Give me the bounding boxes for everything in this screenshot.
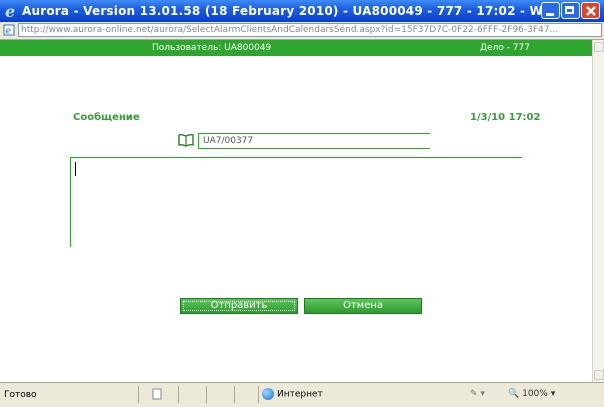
status-cell xyxy=(234,386,260,403)
security-zone[interactable]: Интернет xyxy=(262,388,323,400)
recipient-input[interactable]: UA7/00377 xyxy=(198,133,430,149)
zoom-value: 100% xyxy=(522,389,548,399)
text-caret xyxy=(75,162,76,176)
status-cell xyxy=(206,386,234,403)
svg-text:e: e xyxy=(6,27,11,37)
maximize-button[interactable] xyxy=(561,2,580,19)
globe-icon xyxy=(262,388,274,400)
scroll-up-icon[interactable] xyxy=(594,42,604,52)
close-button[interactable] xyxy=(581,2,600,19)
chevron-down-icon: ▾ xyxy=(550,389,556,399)
minimize-button[interactable] xyxy=(541,2,560,19)
scroll-down-icon[interactable] xyxy=(594,370,604,380)
zoom-control[interactable]: 🔍 100% ▾ xyxy=(508,389,555,399)
send-button[interactable]: Отправить xyxy=(180,298,298,314)
zone-label: Интернет xyxy=(277,389,323,400)
window-titlebar[interactable]: e Aurora - Version 13.01.58 (18 February… xyxy=(0,0,604,22)
message-textarea[interactable] xyxy=(70,157,522,247)
pencil-icon[interactable]: ✎ ▾ xyxy=(470,389,485,399)
status-cell xyxy=(138,386,178,403)
book-icon[interactable] xyxy=(178,133,194,147)
message-date: 1/3/10 17:02 xyxy=(470,112,541,123)
document-icon xyxy=(152,388,162,400)
ie-icon: e xyxy=(5,3,15,19)
header-bar: Пользователь: UA800049 Дело - 777 xyxy=(0,40,592,56)
cancel-button[interactable]: Отмена xyxy=(304,298,422,314)
close-icon xyxy=(586,6,596,16)
page-content: Пользователь: UA800049 Дело - 777 Сообще… xyxy=(0,40,592,382)
case-label: Дело - 777 xyxy=(480,43,530,53)
address-bar: e http://www.aurora-online.net/aurora/Se… xyxy=(0,22,604,40)
window-title: Aurora - Version 13.01.58 (18 February 2… xyxy=(22,4,562,18)
address-input[interactable]: http://www.aurora-online.net/aurora/Sele… xyxy=(18,23,602,37)
svg-text:e: e xyxy=(5,3,15,19)
message-label: Сообщение xyxy=(73,112,140,123)
status-cell xyxy=(178,386,206,403)
vertical-scrollbar[interactable] xyxy=(592,40,604,382)
zoom-icon: 🔍 xyxy=(508,389,520,399)
page-icon: e xyxy=(3,24,15,36)
user-label: Пользователь: UA800049 xyxy=(152,43,272,53)
status-bar: Готово Интернет ✎ ▾ 🔍 100% ▾ xyxy=(0,382,604,407)
status-text: Готово xyxy=(4,390,37,400)
